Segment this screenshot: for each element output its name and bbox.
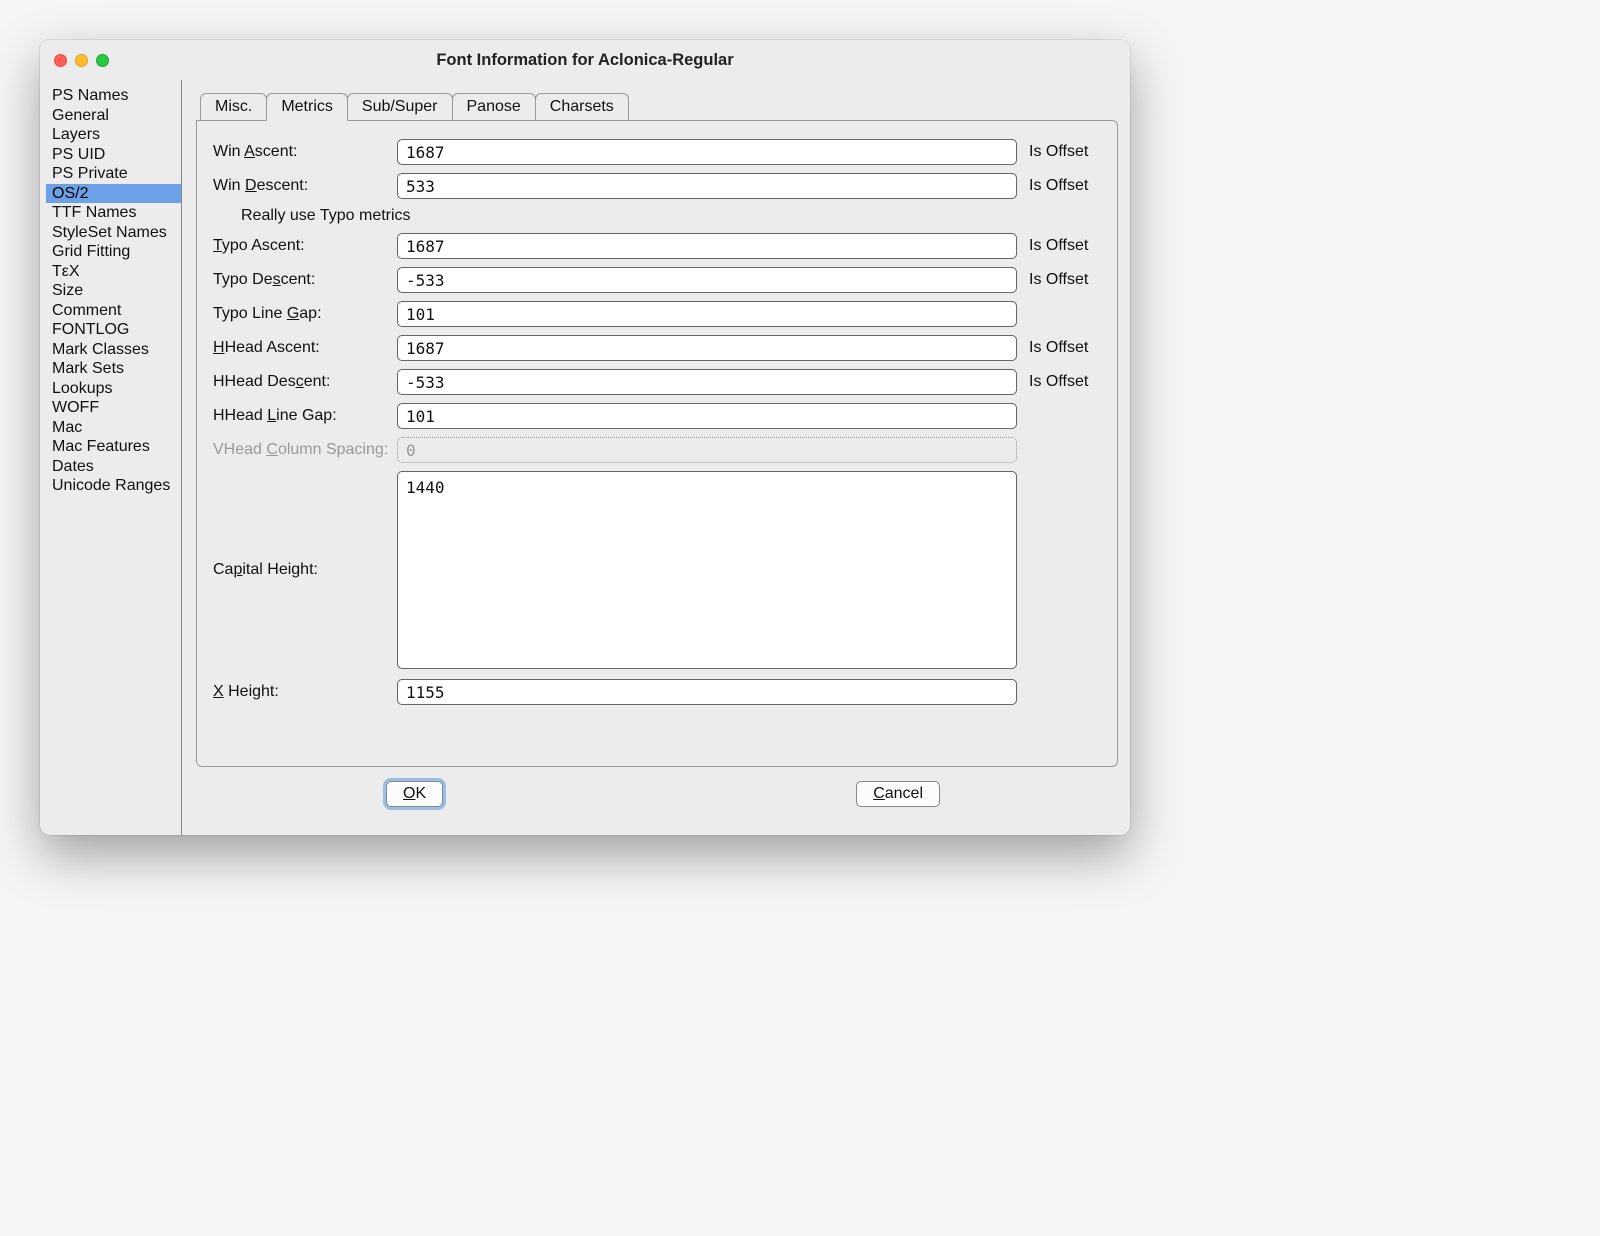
row-x-height: X Height: . (213, 679, 1101, 705)
titlebar: Font Information for Aclonica-Regular (40, 40, 1130, 80)
tabs: Misc.MetricsSub/SuperPanoseCharsets (200, 93, 629, 121)
sidebar-item-comment[interactable]: Comment (46, 301, 181, 321)
label-hhead-ascent: HHead Ascent: (213, 339, 391, 357)
suffix-win-descent[interactable]: Is Offset (1023, 177, 1101, 195)
sidebar: PS NamesGeneralLayersPS UIDPS PrivateOS/… (40, 80, 182, 835)
input-hhead-ascent[interactable] (397, 335, 1017, 361)
minimize-icon[interactable] (75, 54, 88, 67)
row-vhead: VHead Column Spacing: . (213, 437, 1101, 463)
label-cap-height: Capital Height: (213, 561, 391, 579)
sidebar-item-mark-sets[interactable]: Mark Sets (46, 359, 181, 379)
content-area: Misc.MetricsSub/SuperPanoseCharsets Win … (182, 80, 1130, 835)
input-win-ascent[interactable] (397, 139, 1017, 165)
tab-misc-[interactable]: Misc. (200, 93, 267, 121)
suffix-hhead-ascent[interactable]: Is Offset (1023, 339, 1101, 357)
tab-panose[interactable]: Panose (452, 93, 536, 121)
input-typo-linegap[interactable] (397, 301, 1017, 327)
suffix-hhead-descent[interactable]: Is Offset (1023, 373, 1101, 391)
sidebar-item-dates[interactable]: Dates (46, 457, 181, 477)
typo-note[interactable]: Really use Typo metrics (213, 207, 1101, 225)
suffix-typo-descent[interactable]: Is Offset (1023, 271, 1101, 289)
input-x-height[interactable] (397, 679, 1017, 705)
zoom-icon[interactable] (96, 54, 109, 67)
row-typo-linegap: Typo Line Gap: . (213, 301, 1101, 327)
sidebar-item-lookups[interactable]: Lookups (46, 379, 181, 399)
label-x-height: X Height: (213, 683, 391, 701)
input-hhead-linegap[interactable] (397, 403, 1017, 429)
tab-metrics[interactable]: Metrics (266, 93, 348, 121)
metrics-panel: Win Ascent: Is Offset Win Descent: Is Of… (196, 120, 1118, 767)
row-win-ascent: Win Ascent: Is Offset (213, 139, 1101, 165)
sidebar-item-ps-names[interactable]: PS Names (46, 86, 181, 106)
sidebar-item-t-x[interactable]: TεX (46, 262, 181, 282)
row-cap-height: Capital Height: . (213, 471, 1101, 669)
row-hhead-descent: HHead Descent: Is Offset (213, 369, 1101, 395)
sidebar-item-fontlog[interactable]: FONTLOG (46, 320, 181, 340)
sidebar-item-mark-classes[interactable]: Mark Classes (46, 340, 181, 360)
label-typo-linegap: Typo Line Gap: (213, 305, 391, 323)
suffix-win-ascent[interactable]: Is Offset (1023, 143, 1101, 161)
label-typo-ascent: Typo Ascent: (213, 237, 391, 255)
input-vhead (397, 437, 1017, 463)
tab-charsets[interactable]: Charsets (535, 93, 629, 121)
suffix-typo-ascent[interactable]: Is Offset (1023, 237, 1101, 255)
cancel-button[interactable]: Cancel (856, 781, 940, 807)
input-win-descent[interactable] (397, 173, 1017, 199)
sidebar-item-unicode-ranges[interactable]: Unicode Ranges (46, 476, 181, 496)
label-typo-descent: Typo Descent: (213, 271, 391, 289)
tab-sub-super[interactable]: Sub/Super (347, 93, 453, 121)
label-hhead-linegap: HHead Line Gap: (213, 407, 391, 425)
sidebar-item-ps-private[interactable]: PS Private (46, 164, 181, 184)
close-icon[interactable] (54, 54, 67, 67)
sidebar-item-ttf-names[interactable]: TTF Names (46, 203, 181, 223)
sidebar-item-ps-uid[interactable]: PS UID (46, 145, 181, 165)
input-typo-descent[interactable] (397, 267, 1017, 293)
sidebar-item-mac[interactable]: Mac (46, 418, 181, 438)
traffic-lights (40, 54, 109, 67)
row-hhead-linegap: HHead Line Gap: . (213, 403, 1101, 429)
row-hhead-ascent: HHead Ascent: Is Offset (213, 335, 1101, 361)
footer: OK Cancel (196, 767, 1118, 825)
label-win-ascent: Win Ascent: (213, 143, 391, 161)
sidebar-item-general[interactable]: General (46, 106, 181, 126)
label-hhead-descent: HHead Descent: (213, 373, 391, 391)
sidebar-item-woff[interactable]: WOFF (46, 398, 181, 418)
label-win-descent: Win Descent: (213, 177, 391, 195)
row-typo-ascent: Typo Ascent: Is Offset (213, 233, 1101, 259)
sidebar-item-grid-fitting[interactable]: Grid Fitting (46, 242, 181, 262)
row-win-descent: Win Descent: Is Offset (213, 173, 1101, 199)
sidebar-item-styleset-names[interactable]: StyleSet Names (46, 223, 181, 243)
ok-button[interactable]: OK (386, 781, 443, 807)
input-cap-height[interactable] (397, 471, 1017, 669)
sidebar-item-os-2[interactable]: OS/2 (46, 184, 181, 204)
label-vhead: VHead Column Spacing: (213, 441, 391, 459)
input-hhead-descent[interactable] (397, 369, 1017, 395)
sidebar-item-mac-features[interactable]: Mac Features (46, 437, 181, 457)
sidebar-item-layers[interactable]: Layers (46, 125, 181, 145)
input-typo-ascent[interactable] (397, 233, 1017, 259)
font-info-window: Font Information for Aclonica-Regular PS… (40, 40, 1130, 835)
sidebar-item-size[interactable]: Size (46, 281, 181, 301)
row-typo-descent: Typo Descent: Is Offset (213, 267, 1101, 293)
window-title: Font Information for Aclonica-Regular (40, 51, 1130, 70)
